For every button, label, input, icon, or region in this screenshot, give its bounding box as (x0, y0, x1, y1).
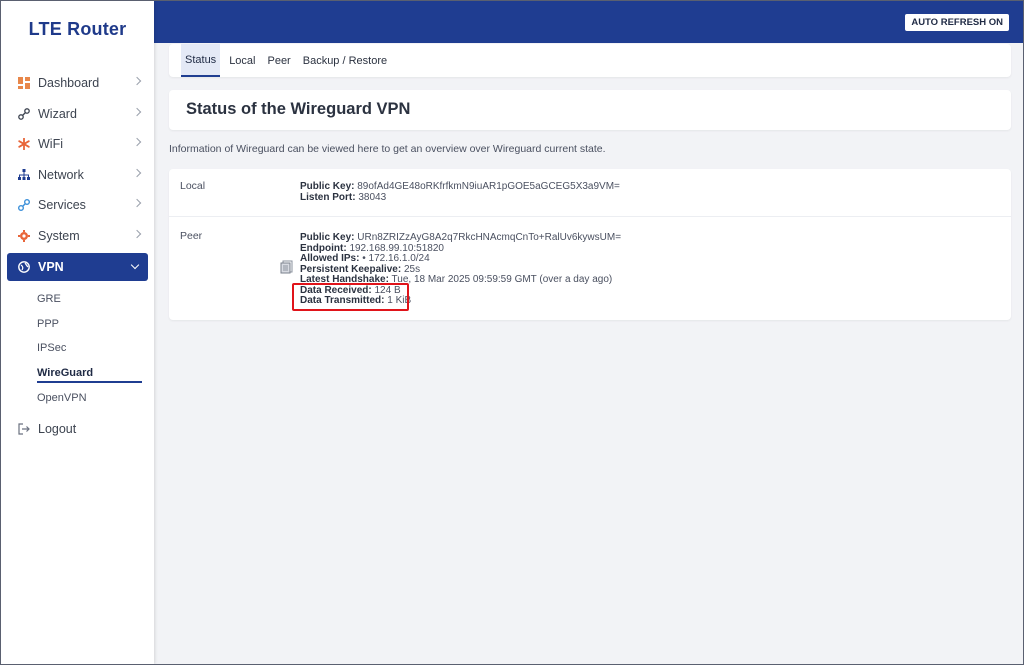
sidebar-item-label: VPN (38, 260, 64, 274)
endpoint-label: Endpoint: (300, 242, 347, 254)
local-details: Public Key: 89ofAd4GE48oRKfrfkmN9iuAR1pG… (300, 181, 620, 203)
public-key-label: Public Key: (300, 181, 355, 192)
services-icon (17, 199, 30, 212)
sidebar: LTE Router Dashboard Wizard WiFi Network… (1, 1, 154, 664)
sidebar-item-label: Dashboard (38, 76, 100, 91)
vpn-submenu: GRE PPP IPSec WireGuard OpenVPN (1, 287, 154, 410)
sidebar-item-wifi[interactable]: WiFi (1, 129, 154, 160)
allowed-ips-value: • 172.16.1.0/24 (362, 253, 430, 264)
listen-port-label: Listen Port: (300, 191, 356, 203)
tab-peer[interactable]: Peer (264, 44, 293, 77)
sidebar-nav: Dashboard Wizard WiFi Network Services S… (1, 68, 154, 444)
gear-icon (17, 229, 30, 242)
sidebar-subitem-gre[interactable]: GRE (1, 287, 154, 312)
public-key-value: 89ofAd4GE48oRKfrfkmN9iuAR1pGOE5aGCEG5X3a… (357, 181, 620, 192)
chevron-right-icon (132, 137, 142, 147)
wifi-icon (17, 138, 30, 151)
sidebar-subitem-wireguard[interactable]: WireGuard (1, 361, 154, 386)
page-title-card: Status of the Wireguard VPN (169, 90, 1011, 130)
peer-label: Peer (180, 230, 203, 242)
sidebar-item-label: WiFi (38, 137, 63, 152)
peer-public-key-label: Public Key: (300, 232, 355, 243)
sidebar-item-dashboard[interactable]: Dashboard (1, 68, 154, 99)
tab-local[interactable]: Local (226, 44, 258, 77)
sidebar-subitem-openvpn[interactable]: OpenVPN (1, 385, 154, 410)
sidebar-item-wizard[interactable]: Wizard (1, 99, 154, 130)
vpn-icon (17, 261, 30, 274)
top-bar: AUTO REFRESH ON (154, 1, 1023, 43)
allowed-ips-label: Allowed IPs: (300, 253, 360, 264)
dashboard-icon (17, 77, 30, 90)
listen-port-value: 38043 (358, 191, 387, 203)
peer-document-icon (280, 260, 294, 274)
tab-bar: Status Local Peer Backup / Restore (169, 44, 1011, 77)
chevron-right-icon (132, 107, 142, 116)
chevron-right-icon (132, 168, 142, 177)
app-window: LTE Router Dashboard Wizard WiFi Network… (0, 0, 1024, 665)
handshake-value: Tue, 18 Mar 2025 09:59:59 GMT (over a da… (391, 274, 613, 285)
peer-public-key-value: URn8ZRIZzAyG8A2q7RkcHNAcmqCnTo+RalUv6kyw… (357, 232, 622, 243)
logout-icon (17, 423, 30, 436)
sidebar-item-label: Wizard (38, 106, 77, 121)
sidebar-item-label: System (38, 228, 80, 243)
tab-backup-restore[interactable]: Backup / Restore (300, 44, 390, 77)
local-row: Local Public Key: 89ofAd4GE48oRKfrfkmN9i… (169, 169, 1011, 217)
keepalive-value: 25s (403, 263, 421, 275)
wizard-icon (17, 107, 30, 120)
sidebar-item-label: Services (38, 198, 86, 213)
chevron-down-icon (130, 260, 140, 270)
chevron-right-icon (132, 229, 142, 238)
page-title: Status of the Wireguard VPN (186, 100, 411, 118)
keepalive-label: Persistent Keepalive: (300, 263, 402, 275)
auto-refresh-button[interactable]: AUTO REFRESH ON (905, 14, 1009, 31)
network-icon (17, 168, 30, 181)
local-label: Local (180, 180, 206, 192)
sidebar-item-services[interactable]: Services (1, 190, 154, 221)
sidebar-item-network[interactable]: Network (1, 160, 154, 191)
chevron-right-icon (132, 76, 142, 86)
page-description: Information of Wireguard can be viewed h… (169, 143, 606, 155)
sidebar-item-label: Logout (38, 422, 77, 437)
sidebar-subitem-ppp[interactable]: PPP (1, 312, 154, 337)
sidebar-item-vpn[interactable]: VPN (7, 253, 148, 281)
sidebar-item-logout[interactable]: Logout (1, 414, 154, 445)
sidebar-item-system[interactable]: System (1, 221, 154, 252)
endpoint-value: 192.168.99.10:51820 (349, 242, 444, 254)
chevron-right-icon (132, 198, 142, 208)
app-logo: LTE Router (28, 19, 127, 39)
tab-status[interactable]: Status (181, 44, 221, 77)
highlight-box (292, 283, 409, 311)
sidebar-subitem-ipsec[interactable]: IPSec (1, 336, 154, 361)
sidebar-item-label: Network (38, 167, 84, 182)
